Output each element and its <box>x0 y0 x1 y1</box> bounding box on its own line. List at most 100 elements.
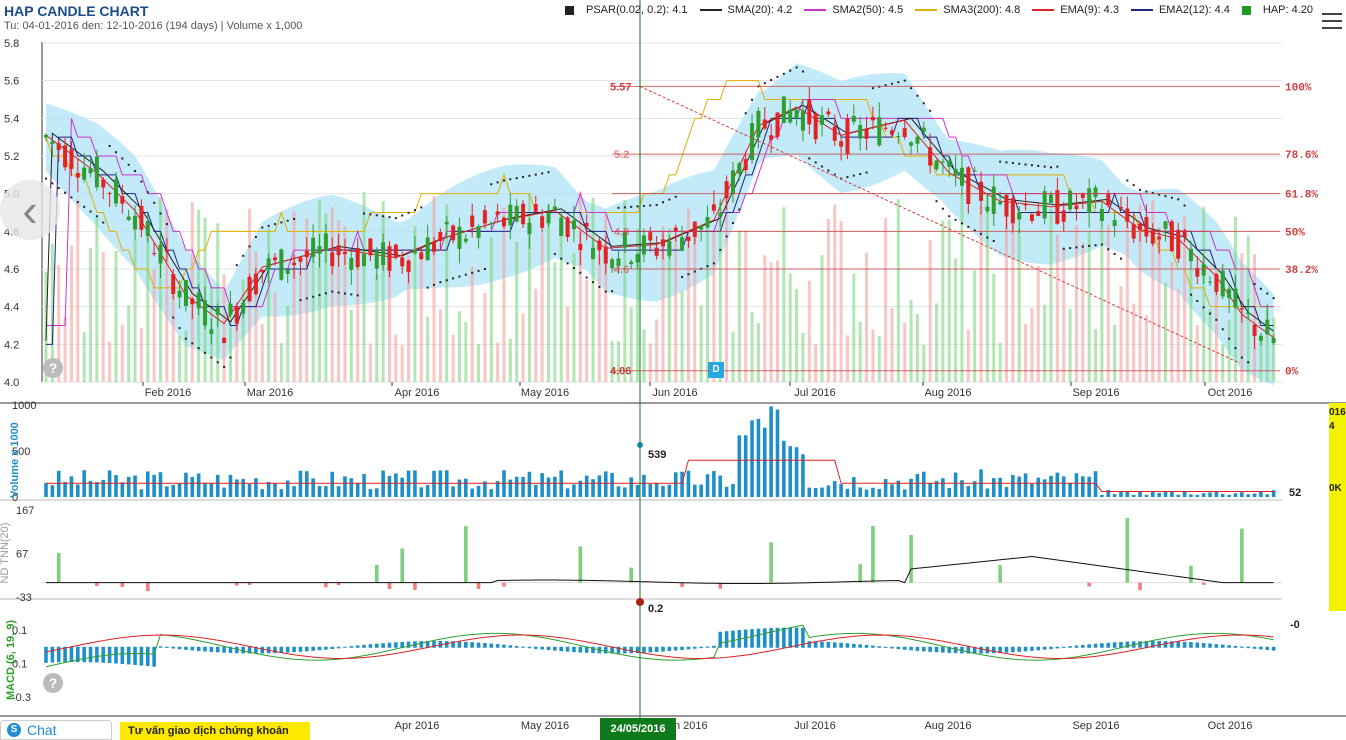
volume-bar <box>228 474 233 497</box>
event-marker[interactable]: D <box>708 362 724 378</box>
psar-dot <box>954 218 957 221</box>
volume-tick-label: 1000 <box>12 400 36 412</box>
volume-shadow-bar <box>896 199 900 382</box>
candle-body <box>1157 236 1162 240</box>
psar-dot <box>617 206 620 209</box>
volume-shadow-bar <box>368 343 372 382</box>
nd-bar <box>413 582 417 590</box>
candle-body <box>209 329 214 334</box>
candle-body <box>832 126 837 141</box>
candle-body <box>241 302 246 314</box>
volume-bar <box>324 486 328 497</box>
volume-shadow-bar <box>286 305 290 382</box>
question-icon[interactable]: ? <box>43 673 63 693</box>
macd-histogram-bar <box>1093 643 1098 648</box>
candle-body <box>718 212 723 216</box>
volume-bar <box>133 475 137 497</box>
legend-item[interactable]: EMA(9): 4.3 <box>1032 4 1119 16</box>
hamburger-menu-icon[interactable] <box>1322 8 1342 38</box>
volume-shadow-bar <box>1221 344 1225 382</box>
volume-bar <box>852 477 856 497</box>
psar-dot <box>1272 297 1275 300</box>
legend-item[interactable]: SMA2(50): 4.5 <box>804 4 903 16</box>
macd-histogram-bar <box>1004 646 1009 653</box>
chevron-left-icon[interactable]: ‹ <box>0 180 60 240</box>
question-icon[interactable]: ? <box>43 358 63 378</box>
volume-shadow-bar <box>349 309 353 382</box>
macd-histogram-bar <box>826 641 831 648</box>
volume-bar <box>457 479 462 497</box>
psar-dot <box>140 180 143 183</box>
psar-dot <box>890 82 893 85</box>
psar-dot <box>331 290 334 293</box>
candle-body <box>63 145 68 168</box>
volume-bar <box>572 484 576 497</box>
volume-bar <box>362 473 366 497</box>
volume-shadow-bar <box>744 230 748 382</box>
legend-item[interactable]: EMA2(12): 4.4 <box>1130 4 1230 16</box>
psar-dot <box>808 157 811 160</box>
volume-bar <box>260 489 265 497</box>
volume-shadow-bar <box>489 237 493 382</box>
nd-bar <box>1087 582 1091 587</box>
candle-body <box>393 244 398 258</box>
candle-body <box>928 147 933 166</box>
volume-shadow-bar <box>1144 315 1148 382</box>
candle-body <box>476 226 481 238</box>
psar-dot <box>1259 287 1262 290</box>
x-tick-label: Apr 2016 <box>395 720 440 732</box>
macd-histogram-bar <box>139 646 144 666</box>
volume-bar <box>902 489 907 497</box>
legend-swatch <box>1130 9 1153 11</box>
volume-bar <box>215 474 220 497</box>
volume-bar <box>101 479 106 497</box>
volume-shadow-bar <box>725 196 729 382</box>
candle-body <box>1017 212 1022 220</box>
volume-bar <box>120 482 125 497</box>
candle-body <box>699 225 704 230</box>
candle-body <box>190 298 195 305</box>
candle-body <box>730 170 735 194</box>
macd-histogram-bar <box>69 646 74 663</box>
advice-banner[interactable]: Tư vấn giao dịch chứng khoán <box>120 722 310 740</box>
chat-button[interactable]: S Chat <box>0 720 112 740</box>
candle-body <box>546 212 551 224</box>
macd-histogram-bar <box>1011 646 1015 653</box>
psar-dot <box>1050 166 1053 169</box>
legend-item[interactable]: HAP: 4.20 <box>1241 4 1313 16</box>
candle-body <box>959 167 964 186</box>
psar-dot <box>744 112 747 115</box>
side-panel-line: 016 <box>1329 407 1346 418</box>
volume-shadow-bar <box>979 206 983 382</box>
volume-bar <box>693 484 697 497</box>
macd-histogram-bar <box>165 646 169 648</box>
volume-shadow-bar <box>909 299 913 382</box>
volume-shadow-bar <box>636 228 640 382</box>
macd-histogram-bar <box>1030 646 1034 651</box>
volume-shadow-bar <box>127 305 131 382</box>
psar-dot <box>751 98 754 101</box>
candle-body <box>406 260 411 272</box>
legend-item[interactable]: SMA(20): 4.2 <box>699 4 792 16</box>
volume-shadow-bar <box>82 332 86 382</box>
macd-histogram-bar <box>502 644 506 648</box>
volume-shadow-bar <box>985 192 989 382</box>
psar-dot <box>464 273 467 276</box>
candle-body <box>126 216 131 220</box>
candle-body <box>1233 288 1238 308</box>
psar-dot <box>693 270 696 273</box>
psar-dot <box>1005 161 1008 164</box>
nd-bar <box>871 526 875 583</box>
volume-shadow-bar <box>108 341 112 382</box>
volume-bar <box>304 471 309 497</box>
legend-item[interactable]: SMA3(200): 4.8 <box>915 4 1020 16</box>
volume-shadow-bar <box>279 343 283 382</box>
volume-shadow-bar <box>941 220 945 382</box>
volume-shadow-bar <box>133 238 137 382</box>
candle-body <box>648 232 653 241</box>
macd-histogram-bar <box>304 646 309 652</box>
volume-shadow-bar <box>807 280 811 382</box>
legend-item[interactable]: PSAR(0.02, 0.2): 4.1 <box>565 4 688 16</box>
volume-bar <box>546 477 551 497</box>
macd-histogram-bar <box>699 646 703 649</box>
